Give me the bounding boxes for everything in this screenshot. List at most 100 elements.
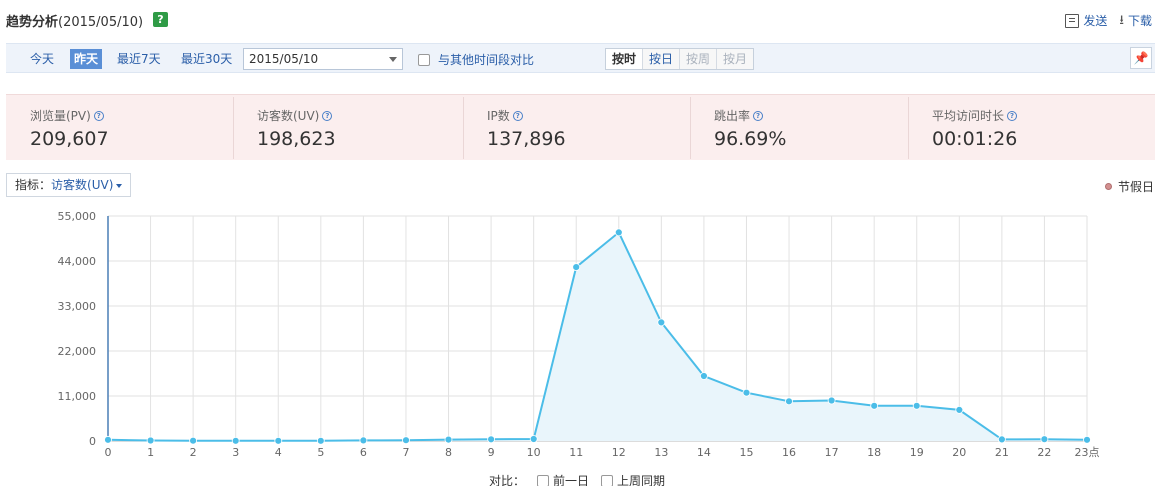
y-tick-label: 44,000 bbox=[58, 255, 97, 268]
trend-chart: 011,00022,00033,00044,00055,0000 1 2 3 4 5 6 7 8… bbox=[58, 210, 1100, 459]
granularity-day[interactable]: 按日 bbox=[643, 49, 681, 69]
data-point bbox=[785, 397, 793, 406]
compare-period-checkbox[interactable]: 与其他时间段对比 bbox=[418, 51, 534, 68]
data-point bbox=[1083, 435, 1091, 444]
metric-ip: IP数? 137,896 bbox=[463, 95, 690, 161]
title-actions: 发送 ⭳ 下载 bbox=[1065, 12, 1152, 29]
toolbar: 今天 昨天 最近7天 最近30天 2015/05/10 与其他时间段对比 按时 … bbox=[6, 43, 1155, 73]
range-last-7-days[interactable]: 最近7天 bbox=[113, 49, 165, 69]
x-tick-label: 11 bbox=[569, 446, 583, 459]
x-tick-label: 17 bbox=[825, 446, 839, 459]
send-icon bbox=[1065, 13, 1080, 28]
holiday-legend: 节假日 bbox=[1104, 178, 1154, 195]
data-point bbox=[274, 436, 283, 445]
date-select[interactable]: 2015/05/10 bbox=[243, 48, 403, 70]
checkbox-icon bbox=[537, 474, 550, 486]
send-button[interactable]: 发送 bbox=[1065, 12, 1107, 29]
data-point bbox=[955, 405, 964, 414]
range-last-30-days[interactable]: 最近30天 bbox=[177, 49, 236, 69]
help-icon[interactable]: ? bbox=[1007, 110, 1018, 121]
checkbox-icon bbox=[418, 53, 430, 66]
pin-button[interactable]: 📌 bbox=[1130, 47, 1152, 69]
compare-last-week[interactable]: 上周同期 bbox=[601, 472, 665, 486]
help-icon[interactable]: ? bbox=[153, 12, 168, 27]
data-point bbox=[1040, 435, 1049, 444]
x-tick-label: 2 bbox=[190, 446, 197, 459]
metric-value: 00:01:26 bbox=[932, 128, 1018, 150]
indicator-select[interactable]: 指标：访客数(UV) bbox=[6, 173, 132, 197]
download-button[interactable]: ⭳ 下载 bbox=[1119, 12, 1152, 29]
help-icon[interactable]: ? bbox=[753, 110, 764, 121]
pin-icon: 📌 bbox=[1133, 51, 1149, 65]
x-tick-label: 15 bbox=[739, 446, 753, 459]
x-tick-label: 23点 bbox=[1075, 446, 1100, 459]
x-tick-label: 14 bbox=[697, 446, 711, 459]
data-point bbox=[104, 435, 112, 444]
x-tick-label: 4 bbox=[275, 446, 282, 459]
metric-value: 137,896 bbox=[487, 128, 566, 150]
data-point bbox=[998, 435, 1006, 444]
x-tick-label: 19 bbox=[910, 446, 924, 459]
data-point bbox=[572, 263, 581, 271]
x-tick-label: 1 bbox=[147, 446, 154, 459]
x-tick-label: 5 bbox=[317, 446, 324, 459]
x-tick-label: 13 bbox=[654, 446, 668, 459]
metric-value: 209,607 bbox=[30, 128, 109, 150]
data-point bbox=[231, 436, 240, 445]
metric-value: 96.69% bbox=[714, 128, 787, 150]
x-tick-label: 21 bbox=[995, 446, 1009, 459]
y-tick-label: 22,000 bbox=[58, 345, 97, 358]
data-point bbox=[529, 435, 538, 443]
data-point bbox=[614, 228, 623, 237]
x-tick-label: 12 bbox=[612, 446, 626, 459]
metric-value: 198,623 bbox=[257, 128, 336, 150]
data-point bbox=[146, 436, 155, 445]
range-yesterday[interactable]: 昨天 bbox=[70, 49, 103, 69]
metric-avg-duration: 平均访问时长? 00:01:26 bbox=[908, 95, 1155, 161]
compare-footer: 对比： 前一日 上周同期 bbox=[489, 472, 665, 486]
data-point bbox=[359, 436, 368, 445]
range-today[interactable]: 今天 bbox=[26, 49, 58, 69]
x-tick-label: 7 bbox=[402, 446, 409, 459]
metric-pv: 浏览量(PV)? 209,607 bbox=[6, 95, 233, 161]
page-title: 趋势分析(2015/05/10) bbox=[6, 15, 144, 30]
granularity-month: 按月 bbox=[723, 52, 748, 66]
help-icon[interactable]: ? bbox=[512, 110, 523, 121]
data-point bbox=[316, 436, 325, 445]
x-tick-label: 10 bbox=[527, 446, 541, 459]
x-tick-label: 22 bbox=[1037, 446, 1051, 459]
data-point bbox=[742, 388, 751, 397]
help-icon[interactable]: ? bbox=[93, 110, 104, 121]
x-tick-label: 8 bbox=[445, 446, 452, 459]
y-tick-label: 0 bbox=[89, 435, 96, 448]
granularity-week: 按周 bbox=[680, 49, 718, 69]
compare-previous-day[interactable]: 前一日 bbox=[537, 472, 589, 486]
chevron-down-icon bbox=[389, 57, 397, 62]
x-tick-label: 9 bbox=[488, 446, 495, 459]
download-icon: ⭳ bbox=[1119, 12, 1124, 28]
data-point bbox=[700, 372, 708, 380]
granularity-group: 按时 按日 按周 按月 bbox=[605, 48, 755, 70]
data-point bbox=[870, 401, 879, 410]
x-tick-label: 16 bbox=[782, 446, 796, 459]
y-tick-label: 55,000 bbox=[58, 210, 97, 223]
help-icon[interactable]: ? bbox=[322, 110, 333, 121]
metric-uv: 访客数(UV)? 198,623 bbox=[233, 95, 463, 161]
data-point bbox=[402, 436, 410, 445]
x-tick-label: 6 bbox=[360, 446, 367, 459]
x-tick-label: 3 bbox=[232, 446, 239, 459]
holiday-dot-icon bbox=[1104, 183, 1112, 190]
x-tick-label: 0 bbox=[105, 446, 112, 459]
x-tick-label: 18 bbox=[867, 446, 881, 459]
x-tick-label: 20 bbox=[952, 446, 966, 459]
granularity-hour[interactable]: 按时 bbox=[606, 49, 644, 69]
y-tick-label: 11,000 bbox=[58, 390, 97, 403]
checkbox-icon bbox=[601, 474, 614, 486]
chevron-down-icon bbox=[116, 183, 123, 188]
data-point bbox=[189, 436, 198, 445]
data-point bbox=[657, 318, 666, 327]
metrics-summary: 浏览量(PV)? 209,607 访客数(UV)? 198,623 IP数? 1… bbox=[6, 94, 1155, 160]
metric-bounce-rate: 跳出率? 96.69% bbox=[690, 95, 908, 161]
data-point bbox=[444, 435, 453, 444]
y-tick-label: 33,000 bbox=[58, 300, 97, 313]
